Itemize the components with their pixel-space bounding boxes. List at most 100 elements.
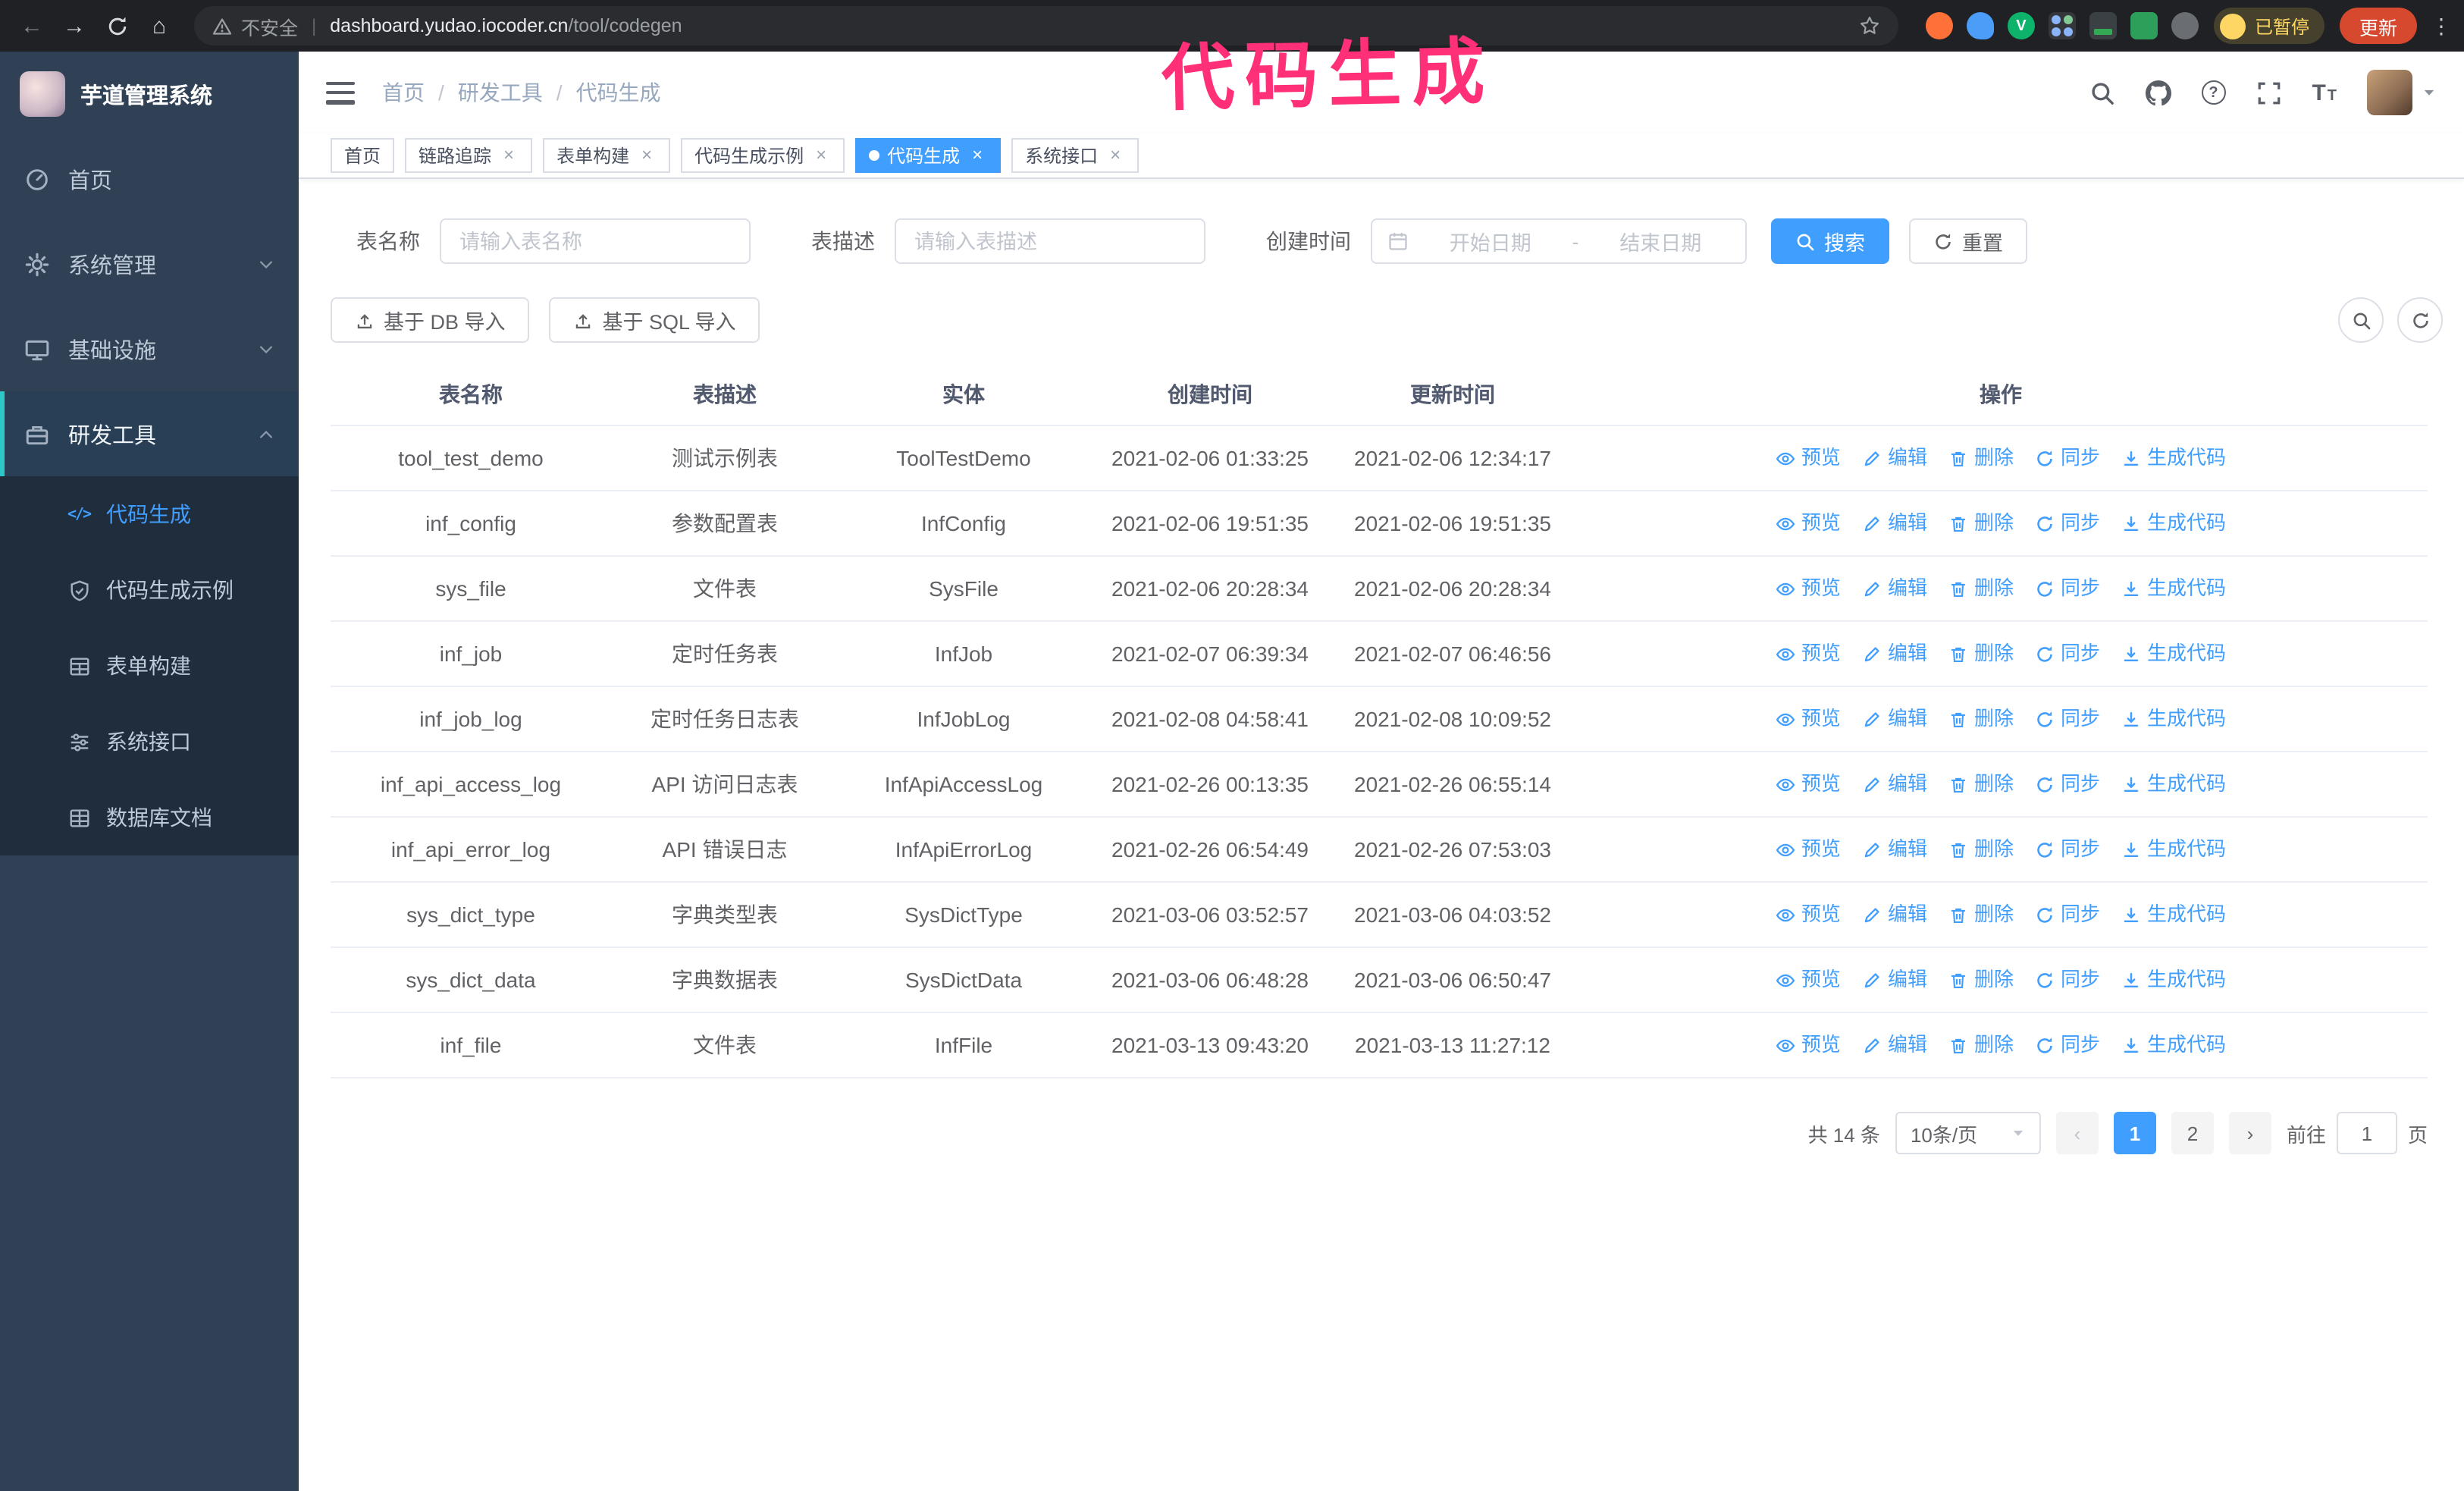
date-range-picker[interactable]: 开始日期 - 结束日期 [1371, 218, 1747, 264]
delete-link[interactable]: 删除 [1948, 702, 2014, 736]
font-size-icon[interactable]: TT [2312, 80, 2337, 105]
extension-icon-puzzle[interactable] [2171, 12, 2199, 39]
delete-link[interactable]: 删除 [1948, 963, 2014, 997]
edit-link[interactable]: 编辑 [1862, 572, 1927, 605]
prev-page-button[interactable]: ‹ [2055, 1112, 2099, 1154]
sync-link[interactable]: 同步 [2035, 507, 2100, 540]
sync-link[interactable]: 同步 [2035, 572, 2100, 605]
profile-paused-badge[interactable]: 已暂停 [2213, 8, 2324, 44]
edit-link[interactable]: 编辑 [1862, 833, 1927, 866]
github-icon[interactable] [2145, 80, 2171, 105]
generate-code-link[interactable]: 生成代码 [2121, 767, 2226, 801]
toggle-search-button[interactable] [2338, 297, 2384, 343]
page-size-select[interactable]: 10条/页 [1895, 1112, 2041, 1154]
generate-code-link[interactable]: 生成代码 [2121, 572, 2226, 605]
preview-link[interactable]: 预览 [1776, 637, 1841, 670]
tab-system-api[interactable]: 系统接口 × [1011, 138, 1140, 173]
preview-link[interactable]: 预览 [1776, 1028, 1841, 1062]
delete-link[interactable]: 删除 [1948, 507, 2014, 540]
generate-code-link[interactable]: 生成代码 [2121, 833, 2226, 866]
breadcrumb-home[interactable]: 首页 [382, 77, 425, 108]
delete-link[interactable]: 删除 [1948, 1028, 2014, 1062]
edit-link[interactable]: 编辑 [1862, 963, 1927, 997]
browser-home-icon[interactable]: ⌂ [140, 6, 179, 46]
search-button[interactable]: 搜索 [1771, 218, 1889, 264]
preview-link[interactable]: 预览 [1776, 702, 1841, 736]
delete-link[interactable]: 删除 [1948, 898, 2014, 931]
collapse-sidebar-button[interactable] [326, 81, 355, 104]
sidebar-subitem-form-builder[interactable]: 表单构建 [0, 628, 299, 704]
generate-code-link[interactable]: 生成代码 [2121, 1028, 2226, 1062]
extension-icon-dots[interactable] [2048, 12, 2076, 39]
tab-codegen-example[interactable]: 代码生成示例 × [681, 138, 845, 173]
generate-code-link[interactable]: 生成代码 [2121, 702, 2226, 736]
edit-link[interactable]: 编辑 [1862, 441, 1927, 475]
close-icon[interactable]: × [967, 145, 987, 165]
refresh-table-button[interactable] [2397, 297, 2443, 343]
sync-link[interactable]: 同步 [2035, 637, 2100, 670]
user-menu[interactable] [2367, 70, 2437, 115]
reset-button[interactable]: 重置 [1909, 218, 2027, 264]
delete-link[interactable]: 删除 [1948, 767, 2014, 801]
close-icon[interactable]: × [1105, 145, 1125, 165]
sync-link[interactable]: 同步 [2035, 898, 2100, 931]
sidebar-subitem-db-doc[interactable]: 数据库文档 [0, 780, 299, 855]
sync-link[interactable]: 同步 [2035, 833, 2100, 866]
preview-link[interactable]: 预览 [1776, 833, 1841, 866]
page-button-2[interactable]: 2 [2171, 1112, 2214, 1154]
edit-link[interactable]: 编辑 [1862, 507, 1927, 540]
next-page-button[interactable]: › [2228, 1112, 2271, 1154]
delete-link[interactable]: 删除 [1948, 441, 2014, 475]
preview-link[interactable]: 预览 [1776, 572, 1841, 605]
tab-trace[interactable]: 链路追踪 × [405, 138, 533, 173]
goto-page-input[interactable] [2336, 1112, 2397, 1154]
preview-link[interactable]: 预览 [1776, 441, 1841, 475]
search-icon[interactable] [2089, 80, 2114, 105]
sidebar-subitem-system-api[interactable]: 系统接口 [0, 704, 299, 780]
help-icon[interactable]: ? [2201, 80, 2226, 105]
generate-code-link[interactable]: 生成代码 [2121, 507, 2226, 540]
preview-link[interactable]: 预览 [1776, 507, 1841, 540]
browser-back-icon[interactable]: ← [12, 6, 52, 46]
edit-link[interactable]: 编辑 [1862, 767, 1927, 801]
tab-form-builder[interactable]: 表单构建 × [543, 138, 671, 173]
delete-link[interactable]: 删除 [1948, 833, 2014, 866]
delete-link[interactable]: 删除 [1948, 572, 2014, 605]
extension-icon-green[interactable] [2130, 12, 2158, 39]
sync-link[interactable]: 同步 [2035, 767, 2100, 801]
close-icon[interactable]: × [637, 145, 657, 165]
sidebar-item-system-mgmt[interactable]: 系统管理 [0, 221, 299, 306]
sync-link[interactable]: 同步 [2035, 1028, 2100, 1062]
generate-code-link[interactable]: 生成代码 [2121, 441, 2226, 475]
generate-code-link[interactable]: 生成代码 [2121, 898, 2226, 931]
table-desc-input[interactable] [895, 218, 1205, 264]
breadcrumb-devtools[interactable]: 研发工具 [458, 77, 543, 108]
sync-link[interactable]: 同步 [2035, 963, 2100, 997]
extension-icon-drop[interactable] [1966, 12, 1994, 39]
sidebar-item-home[interactable]: 首页 [0, 137, 299, 221]
sidebar-item-infrastructure[interactable]: 基础设施 [0, 306, 299, 391]
import-sql-button[interactable]: 基于 SQL 导入 [549, 297, 760, 343]
fullscreen-icon[interactable] [2256, 80, 2281, 105]
sidebar-subitem-codegen[interactable]: </> 代码生成 [0, 476, 299, 552]
tab-codegen[interactable]: 代码生成 × [855, 138, 1002, 173]
preview-link[interactable]: 预览 [1776, 898, 1841, 931]
preview-link[interactable]: 预览 [1776, 963, 1841, 997]
edit-link[interactable]: 编辑 [1862, 898, 1927, 931]
tab-home[interactable]: 首页 [331, 138, 395, 173]
sync-link[interactable]: 同步 [2035, 441, 2100, 475]
generate-code-link[interactable]: 生成代码 [2121, 963, 2226, 997]
delete-link[interactable]: 删除 [1948, 637, 2014, 670]
browser-forward-icon[interactable]: → [55, 6, 94, 46]
browser-update-button[interactable]: 更新 [2339, 8, 2417, 44]
extension-icon-v[interactable]: V [2007, 12, 2035, 39]
edit-link[interactable]: 编辑 [1862, 637, 1927, 670]
extension-icon-orange[interactable] [1925, 12, 1953, 39]
edit-link[interactable]: 编辑 [1862, 1028, 1927, 1062]
edit-link[interactable]: 编辑 [1862, 702, 1927, 736]
import-db-button[interactable]: 基于 DB 导入 [331, 297, 530, 343]
close-icon[interactable]: × [499, 145, 519, 165]
generate-code-link[interactable]: 生成代码 [2121, 637, 2226, 670]
close-icon[interactable]: × [811, 145, 831, 165]
browser-menu-icon[interactable]: ⋮ [2431, 13, 2452, 39]
